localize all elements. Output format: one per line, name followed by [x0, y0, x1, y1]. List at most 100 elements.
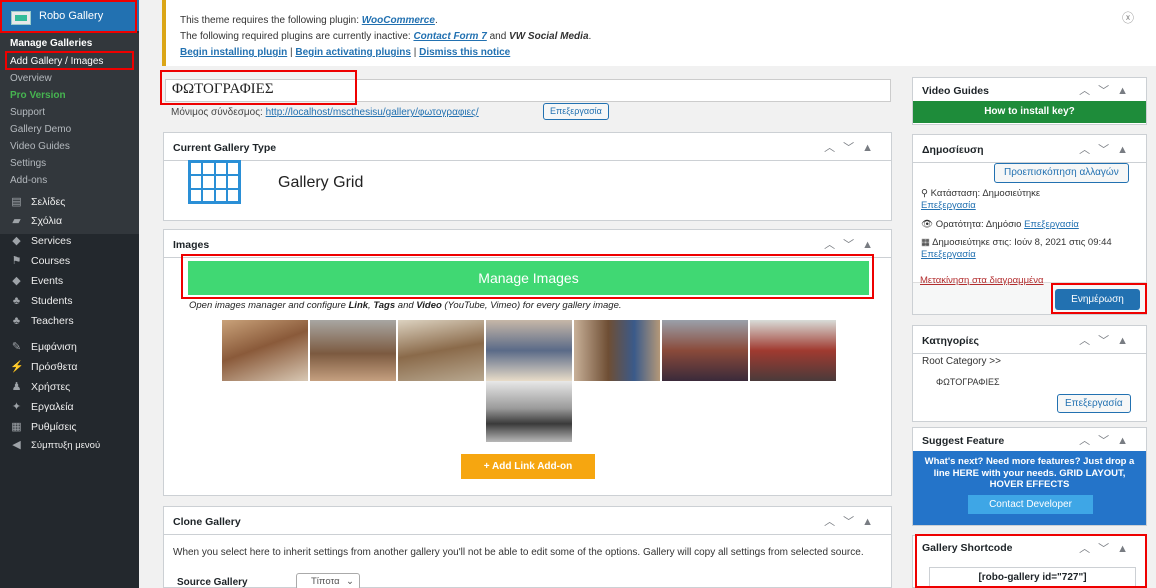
source-gallery-select[interactable]: Τίποτα ⌄	[296, 573, 360, 588]
courses-icon: ⚑	[11, 254, 22, 267]
sidebar-item-label: Σύμπτυξη μενού	[31, 440, 101, 451]
box-controls[interactable]: ︿﹀▲	[1079, 432, 1136, 448]
gallery-thumbnail[interactable]	[310, 320, 396, 381]
gallery-type-box: Current Gallery Type ︿﹀▲	[163, 132, 892, 221]
gallery-thumbnail[interactable]	[750, 320, 836, 381]
box-header: Current Gallery Type ︿﹀▲	[164, 133, 891, 161]
sidebar-item-settings[interactable]: ▦ Ρυθμίσεις	[10, 421, 77, 433]
visibility-row: 👁 Ορατότητα: Δημόσιο Επεξεργασία	[921, 219, 1079, 230]
box-controls[interactable]: ︿﹀▲	[824, 139, 881, 155]
images-help-text: Open images manager and configure Link, …	[189, 300, 622, 311]
sidebar-item-services[interactable]: ◆ Services	[10, 235, 71, 247]
box-title: Clone Gallery	[173, 516, 241, 528]
submenu-manage-galleries[interactable]: Manage Galleries	[10, 38, 92, 49]
permalink-url[interactable]: http://localhost/mscthesisu/gallery/φωτο…	[266, 107, 479, 118]
box-controls[interactable]: ︿﹀▲	[1079, 82, 1136, 98]
status-edit-link[interactable]: Επεξεργασία	[921, 200, 976, 211]
plugins-icon: ⚡	[10, 360, 24, 373]
root-category: Root Category >>	[922, 356, 1001, 367]
notice-line-2: The following required plugins are curre…	[180, 31, 592, 42]
pin-icon: ⚲	[921, 188, 931, 199]
sidebar-item-courses[interactable]: ⚑ Courses	[10, 254, 71, 267]
move-to-trash-link[interactable]: Μετακίνηση στα διαγραμμένα	[920, 275, 1044, 286]
gallery-thumbnail[interactable]	[486, 381, 572, 442]
woocommerce-link[interactable]: WooCommerce	[362, 15, 435, 26]
plugin-notice: This theme requires the following plugin…	[162, 0, 1156, 66]
sidebar-item-label: Ρυθμίσεις	[31, 421, 77, 433]
permalink-edit-button[interactable]: Επεξεργασία	[543, 103, 609, 120]
box-title: Κατηγορίες	[922, 335, 980, 347]
submenu-add-ons[interactable]: Add-ons	[10, 175, 47, 186]
sidebar-item-label: Σελίδες	[31, 196, 66, 208]
begin-activate-link[interactable]: Begin activating plugins	[295, 47, 411, 58]
sidebar-item-label: Events	[31, 275, 64, 287]
eye-icon: 👁	[921, 219, 936, 230]
box-controls[interactable]: ︿﹀▲	[1079, 332, 1136, 348]
services-icon: ◆	[12, 234, 21, 247]
chevron-down-icon: ⌄	[346, 576, 354, 587]
highlight-shortcode	[915, 534, 1147, 588]
sidebar-item-label: Courses	[31, 255, 71, 267]
submenu-pro-version[interactable]: Pro Version	[10, 90, 66, 101]
students-icon: ♣	[12, 294, 21, 307]
visibility-edit-link[interactable]: Επεξεργασία	[1024, 219, 1079, 230]
notice-line-1: This theme requires the following plugin…	[180, 15, 438, 26]
published-row: ▦ Δημοσιεύτηκε στις: Ιούν 8, 2021 στις 0…	[921, 237, 1112, 260]
submenu-gallery-demo[interactable]: Gallery Demo	[10, 124, 71, 135]
gallery-thumbnail[interactable]	[662, 320, 748, 381]
sidebar-item-label: Students	[31, 295, 73, 307]
gallery-thumbnail[interactable]	[574, 320, 660, 381]
published-edit-link[interactable]: Επεξεργασία	[921, 249, 976, 260]
box-controls[interactable]: ︿﹀▲	[824, 236, 881, 252]
box-controls[interactable]: ︿﹀▲	[1079, 141, 1136, 157]
contact-developer-button[interactable]: Contact Developer	[968, 495, 1093, 514]
sidebar-item-label: Σχόλια	[31, 215, 63, 227]
submenu-video-guides[interactable]: Video Guides	[10, 141, 70, 152]
box-header: Suggest Feature ︿﹀▲	[913, 428, 1146, 452]
sidebar-item-label: Teachers	[31, 315, 74, 327]
sidebar-item-users[interactable]: ♟ Χρήστες	[10, 381, 71, 393]
submenu-settings[interactable]: Settings	[10, 158, 46, 169]
sidebar-item-appearance[interactable]: ✎ Εμφάνιση	[10, 341, 77, 353]
permalink: Μόνιμος σύνδεσμος: http://localhost/msct…	[171, 107, 479, 118]
sidebar-item-plugins[interactable]: ⚡ Πρόσθετα	[10, 361, 77, 373]
sidebar-item-students[interactable]: ♣ Students	[10, 294, 73, 307]
teachers-icon: ♣	[12, 314, 21, 327]
add-link-addon-button[interactable]: + Add Link Add-on	[461, 454, 595, 479]
sidebar-item-tools[interactable]: ✦ Εργαλεία	[10, 401, 74, 413]
preview-changes-button[interactable]: Προεπισκόπηση αλλαγών	[994, 163, 1129, 183]
highlight-update	[1051, 283, 1147, 314]
highlight-title	[160, 70, 357, 105]
dismiss-notice-link[interactable]: Dismiss this notice	[419, 47, 510, 58]
box-controls[interactable]: ︿﹀▲	[824, 513, 881, 529]
contact-form-link[interactable]: Contact Form 7	[413, 31, 486, 42]
gallery-grid-icon	[188, 160, 241, 204]
highlight-robo-gallery	[0, 0, 137, 33]
dismiss-icon[interactable]: ⓧ	[1122, 9, 1134, 25]
sidebar-item-label: Services	[31, 235, 72, 247]
box-header: Clone Gallery ︿﹀▲	[164, 507, 891, 535]
categories-edit-button[interactable]: Επεξεργασία	[1057, 394, 1131, 413]
how-to-install-key-button[interactable]: How to install key?	[913, 101, 1146, 123]
box-title: Δημοσίευση	[922, 144, 984, 156]
box-header: Κατηγορίες ︿﹀▲	[913, 326, 1146, 354]
gallery-thumbnail[interactable]	[486, 320, 572, 381]
sidebar-item-label: Χρήστες	[31, 381, 71, 393]
begin-install-link[interactable]: Begin installing plugin	[180, 47, 287, 58]
sidebar-item-pages[interactable]: ▤ Σελίδες	[10, 196, 65, 208]
category-item[interactable]: ΦΩΤΟΓΡΑΦΙΕΣ	[936, 377, 1000, 387]
submenu-overview[interactable]: Overview	[10, 73, 52, 84]
sidebar-item-teachers[interactable]: ♣ Teachers	[10, 315, 74, 327]
sidebar-item-collapse[interactable]: ◀ Σύμπτυξη μενού	[10, 440, 101, 452]
sidebar-item-comments[interactable]: ▰ Σχόλια	[10, 215, 62, 227]
submenu-support[interactable]: Support	[10, 107, 45, 118]
box-header: Δημοσίευση ︿﹀▲	[913, 135, 1146, 163]
gallery-thumbnail[interactable]	[398, 320, 484, 381]
suggest-text[interactable]: What's next? Need more features? Just dr…	[919, 456, 1140, 491]
box-title: Suggest Feature	[922, 435, 1005, 447]
box-title: Current Gallery Type	[173, 142, 277, 154]
tools-icon: ✦	[11, 400, 22, 413]
sidebar-item-events[interactable]: ◆ Events	[10, 275, 63, 287]
gallery-thumbnail[interactable]	[222, 320, 308, 381]
gallery-type-label: Gallery Grid	[278, 174, 364, 191]
